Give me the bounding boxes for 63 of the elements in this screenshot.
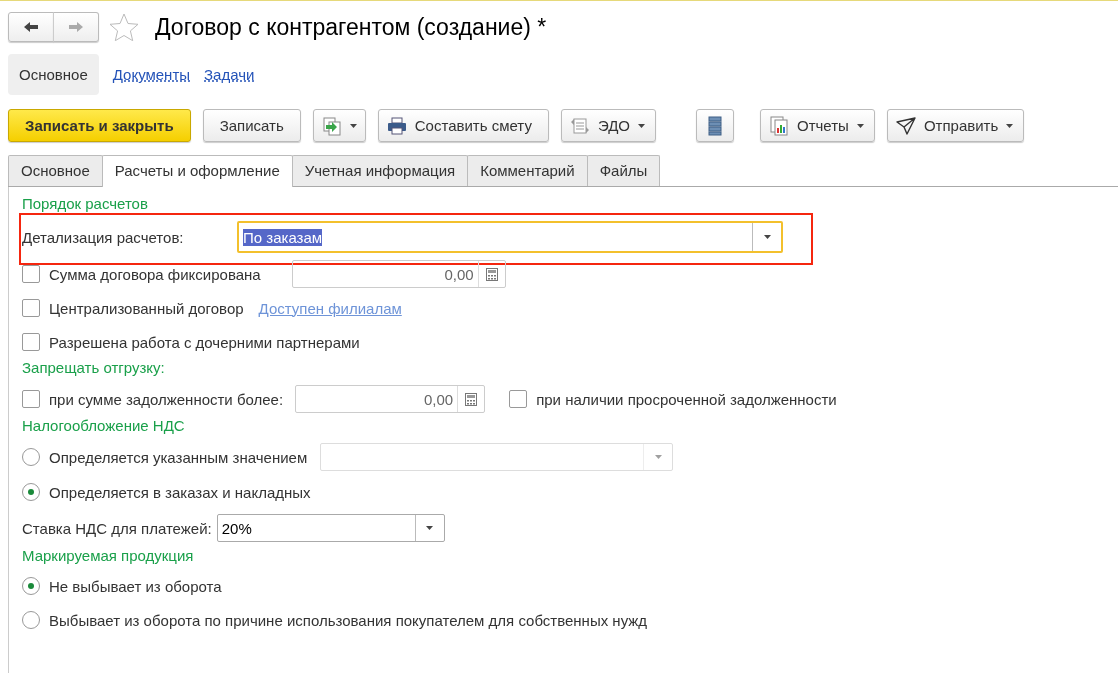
toolbar-button[interactable]: Составить смету	[377, 109, 549, 142]
option-label: при сумме задолженности более:	[49, 390, 284, 408]
dropdown-field[interactable]: 20%	[216, 514, 445, 542]
tab[interactable]: Расчеты и оформление	[101, 155, 293, 187]
caret-icon	[638, 123, 645, 128]
paper-plane-icon	[895, 116, 916, 135]
checkbox[interactable]	[22, 390, 40, 408]
back-button[interactable]	[8, 12, 54, 42]
calculator-icon[interactable]	[485, 267, 498, 281]
option-label: при наличии просроченной задолженности	[536, 390, 837, 408]
caret-icon	[426, 526, 434, 530]
save-button[interactable]: Записать	[202, 109, 301, 142]
tab[interactable]: Основное	[8, 155, 103, 186]
report-icon	[769, 115, 789, 136]
checkbox[interactable]	[22, 299, 40, 317]
tab[interactable]: Файлы	[586, 155, 661, 186]
caret-icon	[654, 455, 662, 459]
window-title: Договор с контрагентом (создание) *	[155, 13, 547, 41]
checkbox[interactable]	[509, 390, 528, 408]
dropdown-field[interactable]: По заказам	[237, 221, 783, 253]
section-link[interactable]: Задачи	[204, 54, 255, 95]
documents-icon	[321, 115, 342, 136]
caret-icon	[763, 235, 771, 239]
option-label: Определяется указанным значением	[49, 448, 308, 466]
option-label: Разрешена работа с дочерними партнерами	[49, 333, 360, 351]
section-link[interactable]: Основное	[8, 54, 99, 95]
tab[interactable]: Комментарий	[467, 155, 588, 186]
documents-menu-button[interactable]	[312, 109, 366, 142]
radio-button[interactable]	[22, 577, 40, 595]
back-arrow-icon	[23, 21, 39, 33]
checkbox[interactable]	[22, 333, 40, 351]
option-label: Сумма договора фиксирована	[49, 265, 261, 283]
exchange-icon	[569, 116, 590, 135]
tab[interactable]: Учетная информация	[291, 155, 469, 186]
calculator-icon[interactable]	[465, 392, 478, 406]
list-icon	[708, 115, 722, 136]
menu-button[interactable]: Отчеты	[760, 109, 875, 142]
amount-field[interactable]: 0,00	[295, 385, 486, 413]
menu-button[interactable]: ЭДО	[560, 109, 656, 142]
group-title: Налогообложение НДС	[22, 417, 186, 436]
menu-button[interactable]: Отправить	[886, 109, 1025, 142]
radio-button[interactable]	[22, 611, 40, 629]
printer-icon	[386, 116, 407, 135]
forward-arrow-icon	[68, 21, 84, 33]
amount-field[interactable]: 0,00	[291, 260, 506, 288]
group-title: Маркируемая продукция	[22, 547, 195, 566]
field-label: Ставка НДС для платежей:	[22, 519, 212, 537]
radio-button[interactable]	[22, 483, 40, 501]
option-label: Не выбывает из оборота	[49, 577, 222, 595]
option-label: Централизованный договор	[49, 299, 244, 317]
save-and-close-button[interactable]: Записать и закрыть	[8, 109, 191, 142]
star-icon[interactable]	[109, 13, 139, 41]
group-title: Запрещать отгрузку:	[22, 359, 166, 378]
caret-icon	[856, 123, 864, 128]
option-label: Выбывает из оборота по причине использования покупателем для собственных нужд	[49, 611, 648, 629]
option-label: Определяется в заказах и накладных	[49, 483, 311, 501]
group-title: Порядок расчетов	[22, 195, 149, 214]
section-link[interactable]: Документы	[112, 54, 191, 95]
caret-icon	[1006, 123, 1014, 128]
checkbox[interactable]	[22, 265, 40, 283]
list-button[interactable]	[696, 109, 734, 142]
caret-icon	[349, 123, 357, 128]
field-label: Детализация расчетов:	[22, 228, 185, 246]
